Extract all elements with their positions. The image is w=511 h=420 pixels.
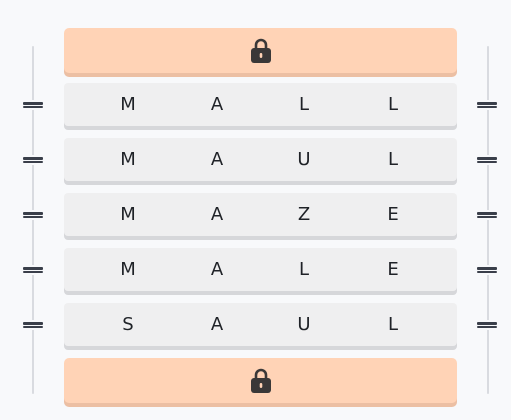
- left-rail: [32, 46, 34, 394]
- locked-row-top: [64, 28, 457, 73]
- letter-tile: S: [122, 314, 134, 335]
- lock-icon: [250, 368, 271, 393]
- letter-tile: L: [387, 94, 399, 115]
- drag-handle-icon[interactable]: [23, 320, 43, 330]
- letter-tile: M: [120, 94, 136, 115]
- letter-tile: L: [387, 314, 399, 335]
- word-ladder-board: M A L L M A U L M A Z E M A L E S A U L: [0, 0, 511, 420]
- word-row-4[interactable]: M A L E: [64, 248, 457, 291]
- lock-icon: [250, 38, 271, 63]
- letter-tile: E: [387, 259, 399, 280]
- drag-handle-icon[interactable]: [477, 100, 497, 110]
- word-row-1[interactable]: M A L L: [64, 83, 457, 126]
- letter-tile: M: [120, 204, 136, 225]
- letter-tile: Z: [297, 204, 311, 225]
- letter-tile: M: [120, 259, 136, 280]
- word-row-2[interactable]: M A U L: [64, 138, 457, 181]
- letter-tile: A: [210, 94, 224, 115]
- drag-handle-icon[interactable]: [477, 320, 497, 330]
- letter-tile: L: [298, 94, 310, 115]
- letter-tile: M: [120, 149, 136, 170]
- drag-handle-icon[interactable]: [23, 155, 43, 165]
- letter-tile: A: [210, 259, 224, 280]
- letter-tile: E: [387, 204, 399, 225]
- drag-handle-icon[interactable]: [23, 265, 43, 275]
- locked-row-bottom: [64, 358, 457, 403]
- letter-tile: L: [387, 149, 399, 170]
- letter-tile: U: [297, 314, 311, 335]
- letter-tile: L: [298, 259, 310, 280]
- drag-handle-icon[interactable]: [477, 210, 497, 220]
- drag-handle-icon[interactable]: [23, 210, 43, 220]
- letter-tile: A: [210, 149, 224, 170]
- word-row-5[interactable]: S A U L: [64, 303, 457, 346]
- drag-handle-icon[interactable]: [477, 155, 497, 165]
- right-rail: [487, 46, 489, 394]
- word-row-3[interactable]: M A Z E: [64, 193, 457, 236]
- drag-handle-icon[interactable]: [477, 265, 497, 275]
- letter-tile: A: [210, 204, 224, 225]
- drag-handle-icon[interactable]: [23, 100, 43, 110]
- letter-tile: A: [210, 314, 224, 335]
- letter-tile: U: [297, 149, 311, 170]
